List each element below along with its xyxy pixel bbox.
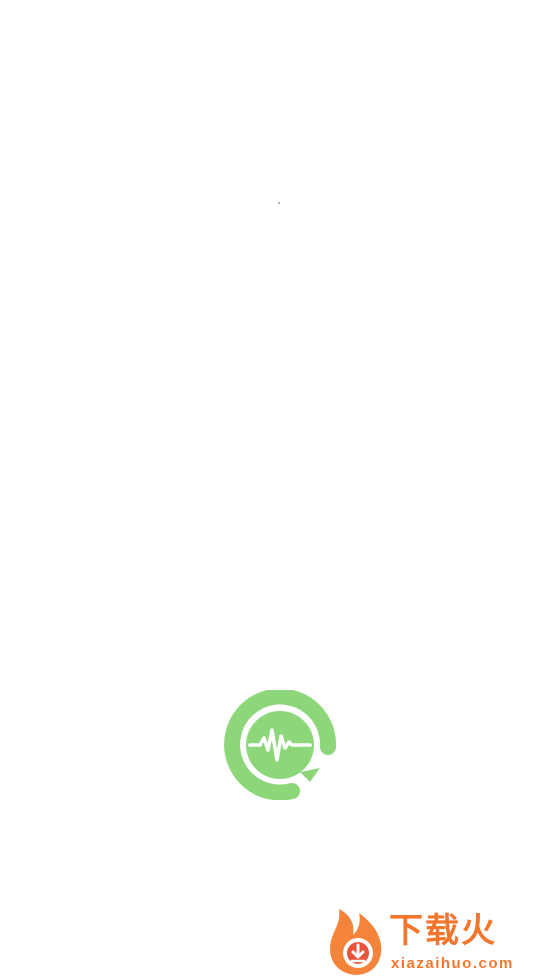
watermark: 下载火 xiazaihuo.com: [325, 905, 547, 977]
watermark-url: xiazaihuo.com: [391, 955, 514, 972]
pulse-chat-bubble-icon: [224, 690, 337, 800]
loading-dot: [278, 202, 280, 204]
app-logo: [220, 690, 340, 800]
watermark-title: 下载火: [389, 911, 497, 951]
flame-download-icon: [330, 909, 382, 975]
splash-screen: 下载火 xiazaihuo.com: [0, 0, 551, 979]
